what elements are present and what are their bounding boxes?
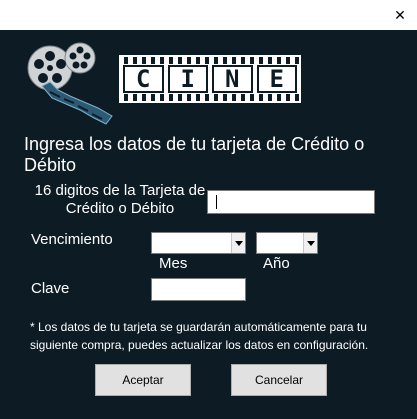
cine-letter: N bbox=[212, 65, 253, 93]
card-number-input[interactable] bbox=[207, 190, 375, 214]
year-select[interactable] bbox=[256, 232, 318, 254]
window-titlebar: ✕ bbox=[0, 0, 417, 30]
cine-letters: C I N E bbox=[123, 65, 297, 93]
accept-button[interactable]: Aceptar bbox=[95, 364, 191, 396]
page-title: Ingresa los datos de tu tarjeta de Crédi… bbox=[24, 134, 365, 175]
pin-label: Clave bbox=[31, 280, 70, 297]
payment-panel: C I N E Ingresa los datos de tu tarjeta … bbox=[0, 30, 417, 419]
text-caret bbox=[216, 195, 217, 209]
cine-letter: E bbox=[256, 65, 297, 93]
month-label: Mes bbox=[159, 255, 188, 272]
chevron-down-icon bbox=[231, 233, 245, 253]
cancel-button[interactable]: Cancelar bbox=[231, 364, 327, 396]
cine-letter: I bbox=[167, 65, 208, 93]
card-number-label: 16 digitos de la Tarjeta de Crédito o Dé… bbox=[34, 182, 206, 217]
pin-input[interactable] bbox=[151, 278, 246, 301]
film-reel-icon bbox=[26, 40, 118, 137]
month-select[interactable] bbox=[151, 232, 246, 254]
info-note: * Los datos de tu tarjeta se guardarán a… bbox=[30, 320, 369, 352]
year-label: Año bbox=[263, 255, 290, 272]
chevron-down-icon bbox=[303, 233, 317, 253]
expiry-label: Vencimiento bbox=[31, 231, 113, 248]
close-icon: ✕ bbox=[394, 6, 406, 23]
film-strip-top bbox=[119, 57, 301, 64]
film-strip-bottom bbox=[119, 94, 301, 101]
close-button[interactable]: ✕ bbox=[383, 0, 417, 30]
cine-letter: C bbox=[123, 65, 164, 93]
cine-logo: C I N E bbox=[119, 55, 301, 103]
